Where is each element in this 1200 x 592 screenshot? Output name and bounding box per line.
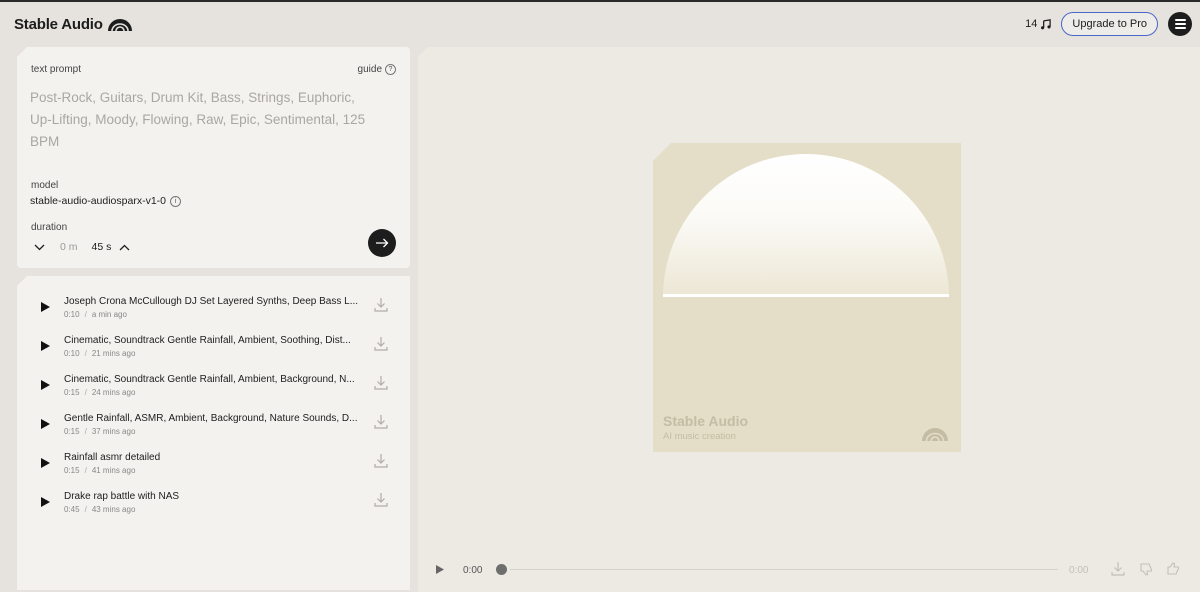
track-title: Cinematic, Soundtrack Gentle Rainfall, A… [64,374,355,385]
play-icon[interactable] [39,496,51,508]
duration-label: duration [31,222,68,233]
play-icon[interactable] [435,564,445,575]
logo-text: Stable Audio [14,15,103,33]
prompt-input[interactable]: Post-Rock, Guitars, Drum Kit, Bass, Stri… [30,87,380,153]
play-icon[interactable] [39,379,51,391]
duration-stepper: 0 m 45 s [32,240,131,254]
text-prompt-label: text prompt [31,64,82,75]
download-icon[interactable] [374,375,388,391]
play-icon[interactable] [39,301,51,313]
arrow-right-icon [376,238,389,248]
track-meta: 0:10/a min ago [64,310,127,319]
logo-dome-icon [922,428,948,441]
artwork-horizon-line [663,294,949,297]
question-icon: ? [385,64,396,75]
info-icon[interactable]: i [170,195,181,207]
track-title: Rainfall asmr detailed [64,452,161,463]
model-value: stable-audio-audiosparx-v1-0 [30,195,166,207]
duration-minutes: 0 m [60,241,78,253]
play-icon[interactable] [39,418,51,430]
download-icon[interactable] [374,297,388,313]
app-logo[interactable]: Stable Audio [14,16,133,33]
generate-button[interactable] [368,229,396,257]
track-item[interactable]: Cinematic, Soundtrack Gentle Rainfall, A… [17,369,410,408]
seek-handle[interactable] [496,564,507,575]
seek-bar[interactable] [510,569,1058,570]
artwork-dome [663,154,949,297]
track-meta: 0:15/37 mins ago [64,427,136,436]
model-label: model [31,180,59,191]
track-item[interactable]: Drake rap battle with NAS 0:45/43 mins a… [17,486,410,525]
track-item[interactable]: Cinematic, Soundtrack Gentle Rainfall, A… [17,330,410,369]
hamburger-menu-icon[interactable] [1168,12,1192,36]
album-artwork: Stable Audio AI music creation [653,143,961,452]
credits-counter: 14 [1025,18,1052,30]
guide-link[interactable]: guide ? [358,64,396,75]
model-selector[interactable]: stable-audio-audiosparx-v1-0 i [30,195,181,207]
download-icon[interactable] [374,453,388,469]
credits-count: 14 [1025,18,1038,30]
prompt-panel: text prompt guide ? Post-Rock, Guitars, … [17,47,410,268]
track-title: Drake rap battle with NAS [64,491,180,502]
audio-player-bar: 0:00 0:00 [418,558,1200,582]
track-title: Joseph Crona McCullough DJ Set Layered S… [64,296,359,307]
download-icon[interactable] [1111,561,1125,577]
logo-dome-icon [107,19,132,31]
thumbs-down-icon[interactable] [1139,561,1153,577]
track-list-panel: Joseph Crona McCullough DJ Set Layered S… [17,276,410,590]
artwork-subtitle: AI music creation [663,431,736,442]
track-meta: 0:15/24 mins ago [64,388,136,397]
thumbs-up-icon[interactable] [1166,561,1180,577]
track-meta: 0:10/21 mins ago [64,349,136,358]
total-duration: 0:00 [1069,565,1089,576]
play-icon[interactable] [39,457,51,469]
track-item[interactable]: Rainfall asmr detailed 0:15/41 mins ago [17,447,410,486]
track-meta: 0:15/41 mins ago [64,466,136,475]
guide-label: guide [357,64,382,75]
music-note-icon [1041,18,1052,29]
chevron-down-icon[interactable] [32,240,46,254]
track-item[interactable]: Joseph Crona McCullough DJ Set Layered S… [17,291,410,330]
top-header: Stable Audio 14 Upgrade to Pro [0,2,1200,46]
download-icon[interactable] [374,492,388,508]
track-meta: 0:45/43 mins ago [64,505,136,514]
track-item[interactable]: Gentle Rainfall, ASMR, Ambient, Backgrou… [17,408,410,447]
download-icon[interactable] [374,336,388,352]
duration-seconds: 45 s [91,241,112,253]
track-title: Cinematic, Soundtrack Gentle Rainfall, A… [64,335,351,346]
chevron-up-icon[interactable] [117,240,131,254]
track-title: Gentle Rainfall, ASMR, Ambient, Backgrou… [64,413,358,424]
play-icon[interactable] [39,340,51,352]
download-icon[interactable] [374,414,388,430]
upgrade-to-pro-button[interactable]: Upgrade to Pro [1061,12,1158,36]
current-time: 0:00 [463,565,483,576]
artwork-title: Stable Audio [663,413,749,429]
